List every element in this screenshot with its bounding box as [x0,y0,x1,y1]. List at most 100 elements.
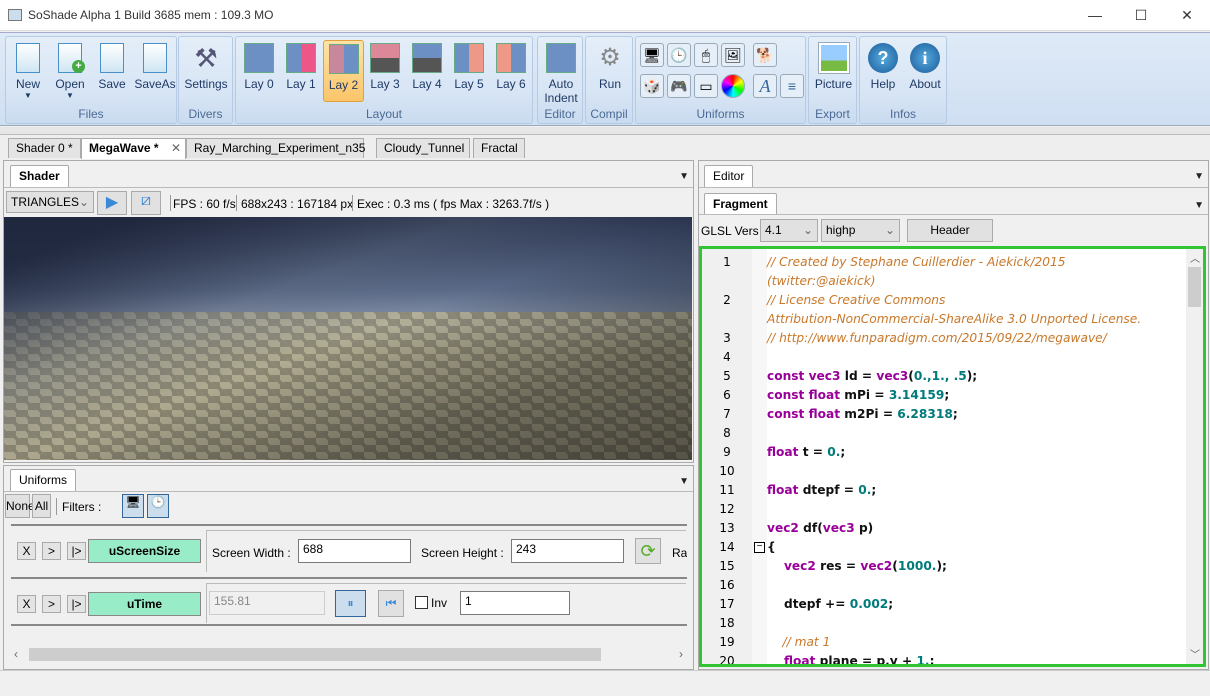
vertical-scrollbar[interactable]: ︿ ﹀ [1186,249,1203,664]
layers-icon[interactable]: ≡ [780,74,804,98]
panel-menu-icon[interactable]: ▼ [1194,200,1204,211]
doc-tab-raymarching[interactable]: Ray_Marching_Experiment_n35 [186,138,365,158]
precision-select[interactable]: highp ⌄ [821,219,900,242]
refresh-button[interactable]: ⟳ [635,538,661,564]
step-button[interactable]: > [42,542,61,560]
layout-button-2[interactable]: Lay 2 [323,40,364,102]
primitive-select[interactable]: TRIANGLES ⌄ [6,191,94,213]
line-number: 12 [719,502,735,516]
font-icon[interactable]: A [753,74,777,98]
remove-button[interactable]: X [17,595,36,613]
help-button[interactable]: ? Help [863,40,903,102]
dropdown-arrow-icon[interactable]: ▼ [50,91,90,100]
line-number: 1 [723,255,731,269]
shader-render-view[interactable] [4,217,692,460]
line-number: 17 [719,597,735,611]
glsl-version-select[interactable]: 4.1 ⌄ [760,219,818,242]
save-button[interactable]: Save [94,40,130,102]
panel-menu-icon[interactable]: ▼ [679,476,689,487]
picture-button[interactable]: Picture [811,40,856,102]
layout-button-3[interactable]: Lay 3 [366,40,404,102]
about-button[interactable]: i About [904,40,946,102]
fold-toggle-icon[interactable]: − [754,542,765,553]
header-button[interactable]: Header [907,219,993,242]
doc-tab-megawave[interactable]: MegaWave * ✕ [81,138,186,159]
save-icon [100,43,124,73]
code-token: ; [888,597,894,611]
doc-tab-fractal[interactable]: Fractal [473,138,525,158]
uniform-row-uscreensize: X > |> uScreenSize Screen Width : 688 Sc… [11,524,687,576]
open-button[interactable]: + Open ▼ [50,40,90,102]
settings-button[interactable]: ⚒ Settings [181,40,231,102]
panel-menu-icon[interactable]: ▼ [1194,171,1204,182]
tab-fragment[interactable]: Fragment [704,193,777,215]
none-button[interactable]: None [5,494,35,518]
code-editor[interactable]: 1 // Created by Stephane Cuillerdier - Ai… [699,246,1206,667]
inv-checkbox[interactable] [415,596,428,609]
maximize-button[interactable]: ☐ [1118,0,1164,30]
play-button[interactable]: ▶ [97,191,127,215]
code-area[interactable]: 1 // Created by Stephane Cuillerdier - Ai… [702,249,1203,664]
tab-editor[interactable]: Editor [704,165,754,187]
picture-icon[interactable]: 🖼 [721,43,745,67]
saveas-button[interactable]: SaveAs [134,40,176,102]
screen-height-input[interactable]: 243 [511,539,624,563]
close-button[interactable]: ✕ [1164,0,1210,30]
dropdown-arrow-icon[interactable]: ▼ [10,91,46,100]
run-button[interactable]: ⚙ Run [588,40,632,102]
layout-button-1[interactable]: Lay 1 [282,40,320,102]
color-wheel-icon[interactable] [721,74,745,98]
new-button[interactable]: New ▼ [10,40,46,102]
reset-time-button[interactable]: ⏮ [378,590,404,617]
doc-tab-cloudy-tunnel[interactable]: Cloudy_Tunnel [376,138,470,158]
mouse-icon[interactable]: 🖱 [694,43,718,67]
saveas-label: SaveAs [134,77,176,91]
clock-icon[interactable]: 🕒 [667,43,691,67]
code-token: ; [929,654,935,667]
scroll-right-icon[interactable]: › [679,647,683,661]
auto-indent-label: Auto Indent [544,77,578,105]
group-files: New ▼ + Open ▼ Save SaveAs Files [5,36,177,124]
screen-icon[interactable]: 🖥 [640,43,664,67]
filter-screen-button[interactable]: 🖥 [122,494,144,518]
panel-menu-icon[interactable]: ▼ [679,171,689,182]
layout-button-6[interactable]: Lay 6 [492,40,530,102]
scroll-down-icon[interactable]: ﹀ [1190,646,1200,661]
filter-time-button[interactable]: 🕒 [147,494,169,518]
group-label-compil: Compil [590,107,628,121]
code-token: const vec3 [767,369,845,383]
save-label: Save [98,77,126,91]
time-value: 155.81 [209,591,325,615]
time-speed-input[interactable]: 1 [460,591,570,615]
step-button[interactable]: > [42,595,61,613]
auto-indent-button[interactable]: Auto Indent [540,40,582,105]
gamepad-icon[interactable]: 🎮 [667,74,691,98]
close-tab-icon[interactable]: ✕ [171,141,181,155]
scrollbar-thumb[interactable] [1188,267,1201,307]
pause-button[interactable]: ⏸ [335,590,366,617]
scroll-left-icon[interactable]: ‹ [14,647,18,661]
tab-shader[interactable]: Shader [10,165,69,187]
scrollbar-thumb[interactable] [29,648,601,661]
code-token: const float [767,407,845,421]
slider-icon[interactable]: ▭ [694,74,718,98]
doc-tab-shader0[interactable]: Shader 0 * [8,138,81,158]
remove-button[interactable]: X [17,542,36,560]
play-button[interactable]: |> [67,542,86,560]
minimize-button[interactable]: — [1072,0,1118,30]
dog-icon[interactable]: 🐕 [753,43,777,67]
crop-button[interactable]: ⧄ [131,191,161,215]
cube-icon[interactable]: 🎲 [640,74,664,98]
layout-button-0[interactable]: Lay 0 [240,40,278,102]
scroll-up-icon[interactable]: ︿ [1190,250,1200,265]
all-button[interactable]: All [32,494,51,518]
horizontal-scrollbar[interactable]: ‹ › [11,646,687,663]
code-token: mPi = [844,388,889,402]
play-button[interactable]: |> [67,595,86,613]
code-token: 6.28318 [897,407,953,421]
layout-button-5[interactable]: Lay 5 [450,40,488,102]
layout-label: Lay 1 [286,77,316,91]
layout-button-4[interactable]: Lay 4 [408,40,446,102]
tab-uniforms[interactable]: Uniforms [10,469,77,491]
screen-width-input[interactable]: 688 [298,539,411,563]
